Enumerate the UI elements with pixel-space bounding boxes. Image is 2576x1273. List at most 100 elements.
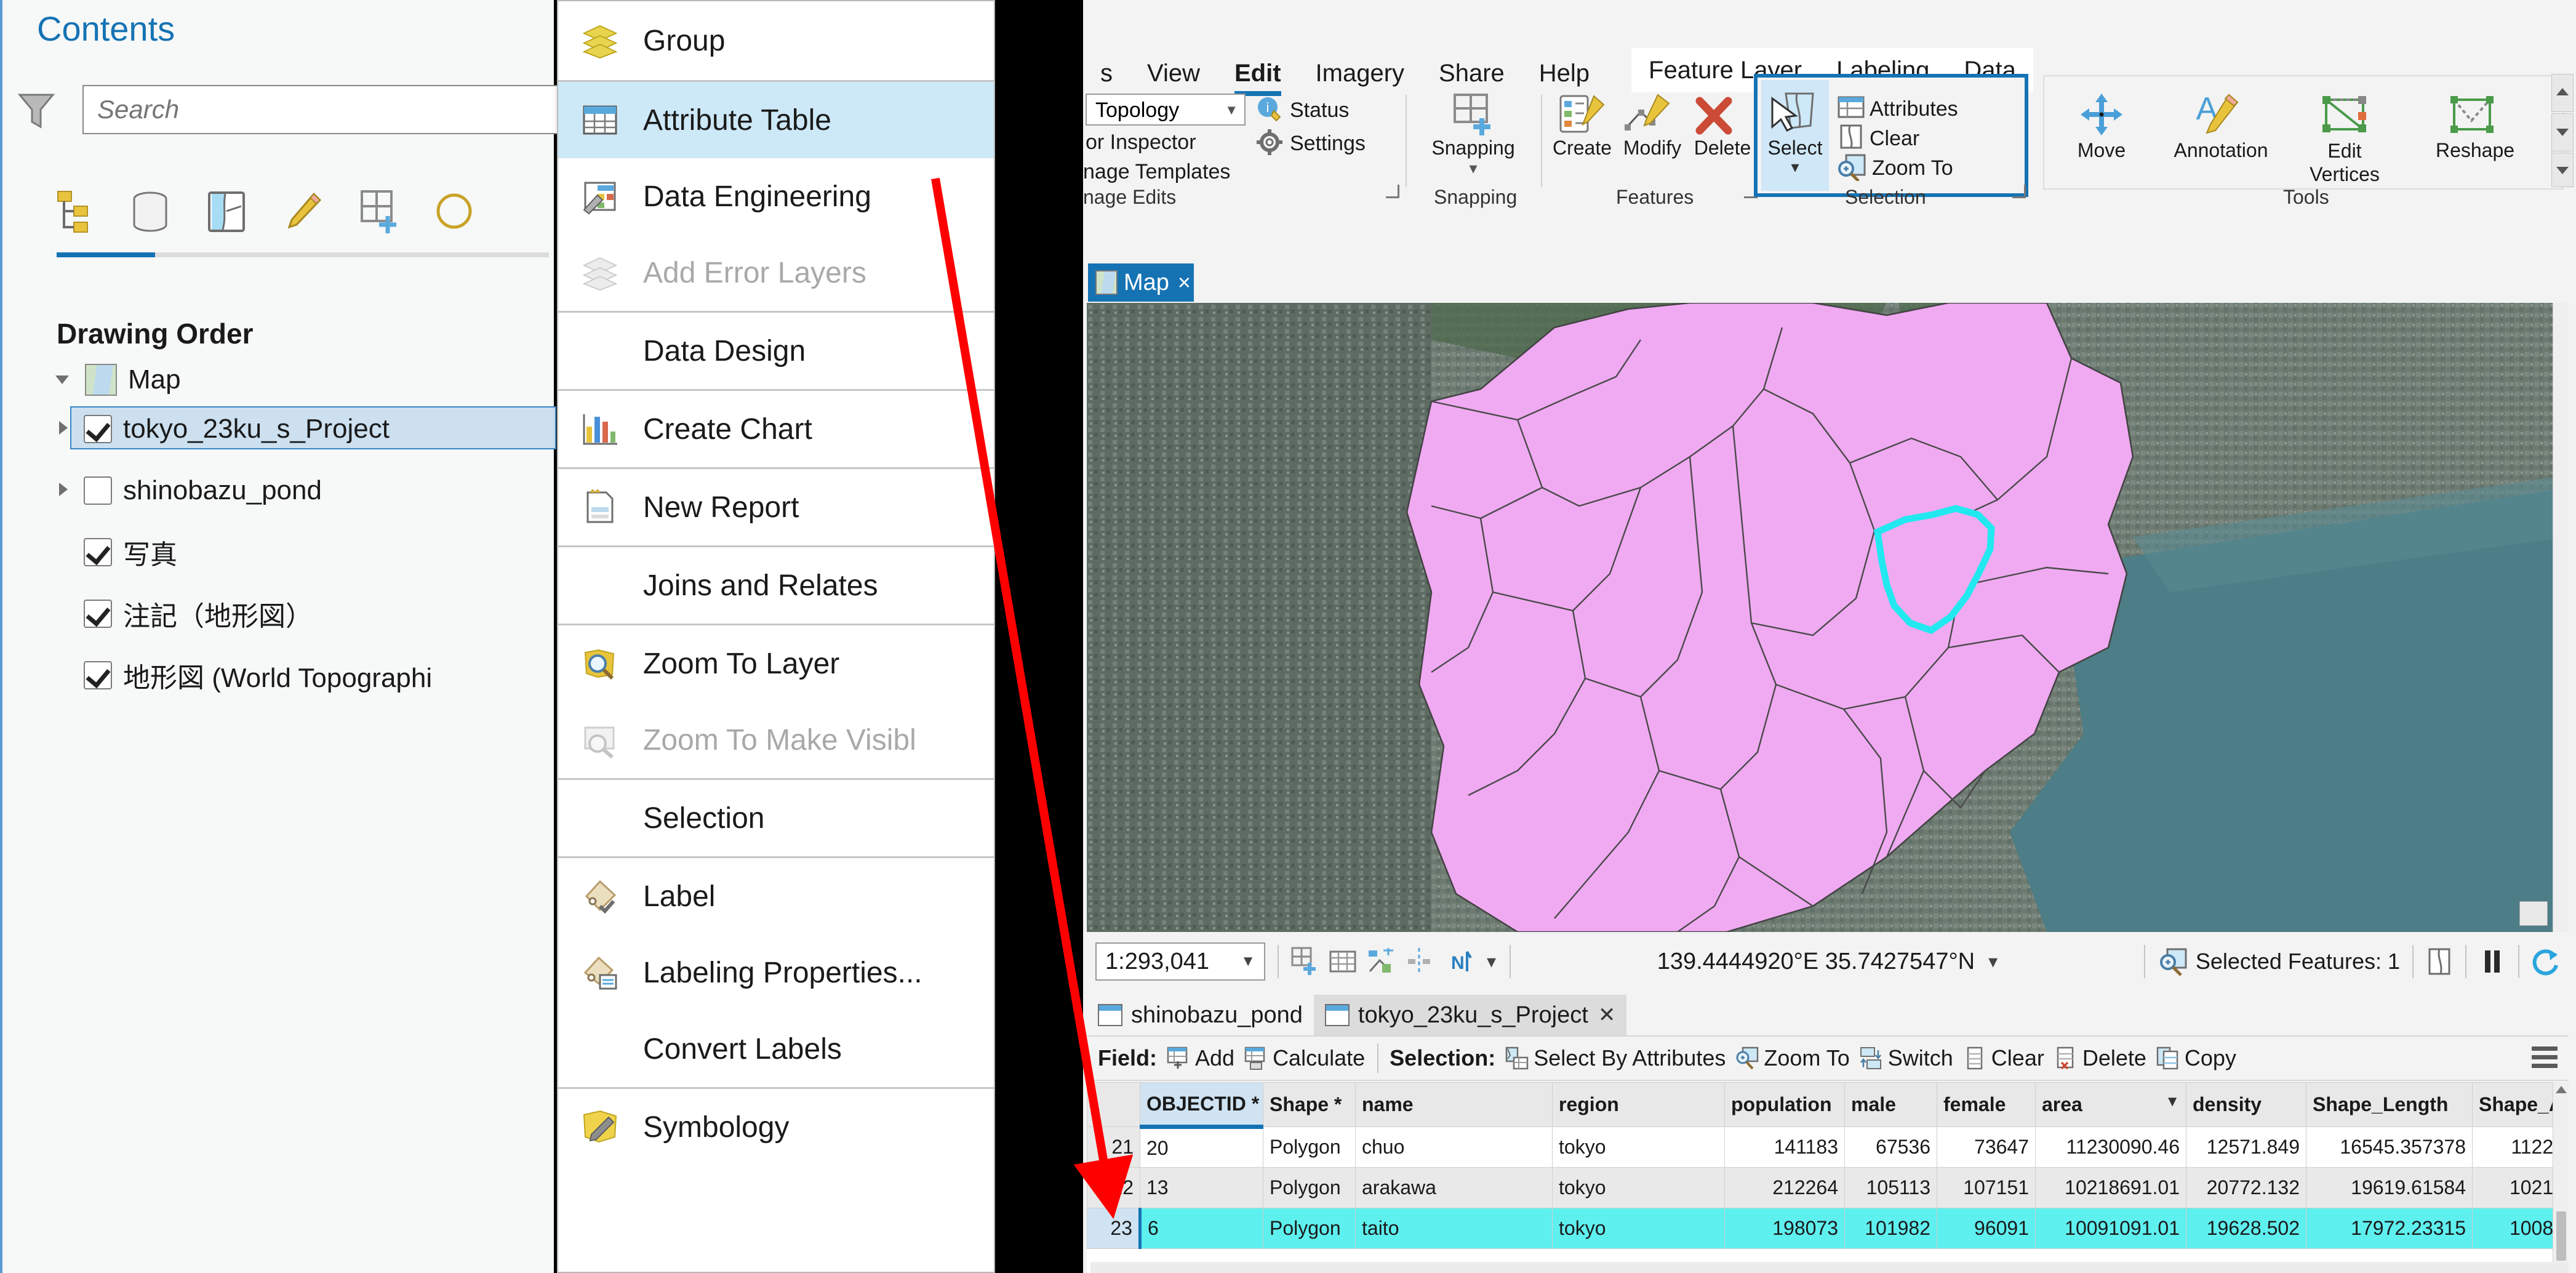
table-row[interactable]: 22 13 Polygon arakawa tokyo 212264 10511…: [1087, 1167, 2569, 1208]
col-header-density[interactable]: density: [2186, 1082, 2306, 1127]
map-vertical-scrollbar[interactable]: [2553, 303, 2569, 932]
cell-region[interactable]: tokyo: [1552, 1208, 1725, 1249]
status-icon[interactable]: i: [1255, 95, 1285, 124]
col-header-shape-length[interactable]: Shape_Length: [2306, 1082, 2473, 1127]
layer-row-shashin[interactable]: 写真: [2, 529, 556, 575]
cell-area[interactable]: 11230090.46: [2035, 1126, 2186, 1168]
layer-row-tokyo-23ku[interactable]: tokyo_23ku_s_Project: [2, 406, 556, 452]
cell-region[interactable]: tokyo: [1552, 1126, 1725, 1168]
tab-edit[interactable]: Edit: [1217, 54, 1298, 96]
col-header-objectid[interactable]: OBJECTID *: [1140, 1082, 1263, 1129]
list-by-data-source-icon[interactable]: [128, 189, 172, 236]
cell-density[interactable]: 19628.502: [2186, 1208, 2306, 1249]
modify-button-label[interactable]: Modify: [1618, 137, 1686, 159]
tab-help[interactable]: Help: [1522, 54, 1607, 92]
cell-population[interactable]: 198073: [1724, 1208, 1845, 1249]
map-view-tab[interactable]: Map ×: [1088, 263, 1194, 302]
contents-tab-scrollbar[interactable]: [57, 252, 549, 257]
gear-icon[interactable]: [1255, 128, 1284, 156]
north-arrow-icon[interactable]: N: [1442, 947, 1479, 976]
move-button-label[interactable]: Move: [2054, 139, 2149, 162]
chevron-down-icon[interactable]: ▾: [1487, 951, 1496, 973]
tab-s[interactable]: s: [1083, 54, 1130, 92]
reshape-button-label[interactable]: Reshape: [2425, 139, 2526, 162]
pause-drawing-icon[interactable]: [2478, 947, 2507, 976]
cell-male[interactable]: 67536: [1844, 1126, 1937, 1168]
filter-icon[interactable]: [16, 91, 57, 132]
layer-visibility-checkbox[interactable]: [84, 415, 112, 443]
list-by-labeling-icon[interactable]: [433, 189, 478, 236]
layer-row-shinobazu-pond[interactable]: shinobazu_pond: [2, 468, 556, 513]
switch-selection-button[interactable]: Switch: [1860, 1045, 1953, 1071]
chevron-down-icon[interactable]: ▼: [1241, 953, 1255, 970]
cell-name[interactable]: arakawa: [1355, 1167, 1553, 1208]
chevron-down-icon[interactable]: ▼: [1225, 102, 1238, 118]
cell-objectid[interactable]: 6: [1140, 1208, 1263, 1249]
table-row[interactable]: 21 20 Polygon chuo tokyo 141183 67536 73…: [1087, 1126, 2569, 1168]
map-canvas[interactable]: [1087, 303, 2569, 932]
clear-selection-icon[interactable]: [2425, 947, 2454, 976]
hamburger-menu-icon[interactable]: [2532, 1046, 2558, 1072]
close-icon[interactable]: ×: [1178, 270, 1191, 295]
cell-shape-length[interactable]: 17972.23315: [2306, 1208, 2473, 1249]
zoom-to-button[interactable]: Zoom To: [1872, 156, 1953, 180]
delete-selection-button[interactable]: Delete: [2054, 1045, 2146, 1071]
attribute-table-grid[interactable]: OBJECTID * Shape * name region populatio…: [1087, 1082, 2569, 1273]
layer-visibility-checkbox[interactable]: [84, 538, 112, 566]
cell-objectid[interactable]: 20: [1140, 1126, 1263, 1168]
measure-icon[interactable]: [1404, 947, 1434, 976]
grid-icon[interactable]: [1328, 947, 1358, 976]
menu-item-labeling-properties[interactable]: Labeling Properties...: [558, 934, 994, 1011]
menu-item-new-report[interactable]: New Report: [558, 469, 994, 545]
table-vertical-scrollbar[interactable]: [2553, 1082, 2569, 1273]
menu-item-joins-and-relates[interactable]: Joins and Relates: [558, 547, 994, 624]
clear-button[interactable]: Clear: [1870, 127, 1919, 151]
col-header-region[interactable]: region: [1552, 1082, 1725, 1127]
cell-density[interactable]: 20772.132: [2186, 1167, 2306, 1208]
zoom-to-selection-icon[interactable]: [2159, 947, 2188, 976]
refresh-icon[interactable]: [2530, 947, 2560, 976]
cell-male[interactable]: 105113: [1844, 1167, 1937, 1208]
list-by-selection-icon[interactable]: [204, 189, 249, 236]
menu-item-data-design[interactable]: Data Design: [558, 313, 994, 389]
tab-imagery[interactable]: Imagery: [1298, 54, 1422, 92]
table-row-selected[interactable]: 23 6 Polygon taito tokyo 198073 101982 9…: [1087, 1208, 2569, 1249]
ribbon-expand-button[interactable]: [2551, 153, 2574, 187]
cell-density[interactable]: 12571.849: [2186, 1126, 2306, 1168]
col-header-female[interactable]: female: [1937, 1082, 2036, 1127]
annotation-button-label[interactable]: Annotation: [2162, 139, 2279, 162]
menu-item-data-engineering[interactable]: Data Engineering: [558, 158, 994, 235]
cell-shape-length[interactable]: 16545.357378: [2306, 1126, 2473, 1168]
menu-item-selection[interactable]: Selection: [558, 780, 994, 856]
status-button[interactable]: Status: [1290, 98, 1349, 122]
zoom-to-selection-icon[interactable]: [1838, 154, 1867, 181]
select-by-attributes-button[interactable]: Select By Attributes: [1505, 1045, 1726, 1071]
tab-share[interactable]: Share: [1422, 54, 1522, 92]
cell-population[interactable]: 141183: [1724, 1126, 1845, 1168]
cell-female[interactable]: 107151: [1937, 1167, 2036, 1208]
create-button-label[interactable]: Create: [1548, 137, 1616, 159]
cell-area[interactable]: 10218691.01: [2035, 1167, 2186, 1208]
cell-name[interactable]: chuo: [1355, 1126, 1553, 1168]
attributes-button[interactable]: Attributes: [1870, 97, 1958, 121]
ribbon-scroll-down-button[interactable]: [2551, 113, 2574, 151]
search-input[interactable]: [84, 86, 567, 133]
col-header-area[interactable]: area ▼: [2035, 1082, 2186, 1127]
sort-arrow-icon[interactable]: ▼: [2165, 1093, 2180, 1110]
chevron-down-icon[interactable]: ▾: [1759, 158, 1831, 177]
copy-selection-button[interactable]: Copy: [2156, 1045, 2236, 1071]
create-features-icon[interactable]: [1557, 94, 1607, 137]
menu-item-zoom-to-layer[interactable]: Zoom To Layer: [558, 625, 994, 702]
expander-icon[interactable]: [54, 480, 75, 501]
cell-population[interactable]: 212264: [1724, 1167, 1845, 1208]
list-by-snapping-icon[interactable]: [357, 189, 401, 236]
snapping-icon[interactable]: [1450, 94, 1500, 137]
table-tab-shinobazu-pond[interactable]: shinobazu_pond: [1087, 995, 1314, 1035]
dialog-launcher-icon[interactable]: [1386, 185, 1399, 198]
settings-button[interactable]: Settings: [1290, 132, 1366, 156]
menu-item-label[interactable]: Label: [558, 858, 994, 934]
move-icon[interactable]: [2078, 92, 2126, 137]
cell-objectid[interactable]: 13: [1140, 1167, 1263, 1208]
map-scale-combobox[interactable]: 1:293,041 ▼: [1095, 942, 1265, 981]
clear-selection-button[interactable]: Clear: [1963, 1045, 2044, 1071]
